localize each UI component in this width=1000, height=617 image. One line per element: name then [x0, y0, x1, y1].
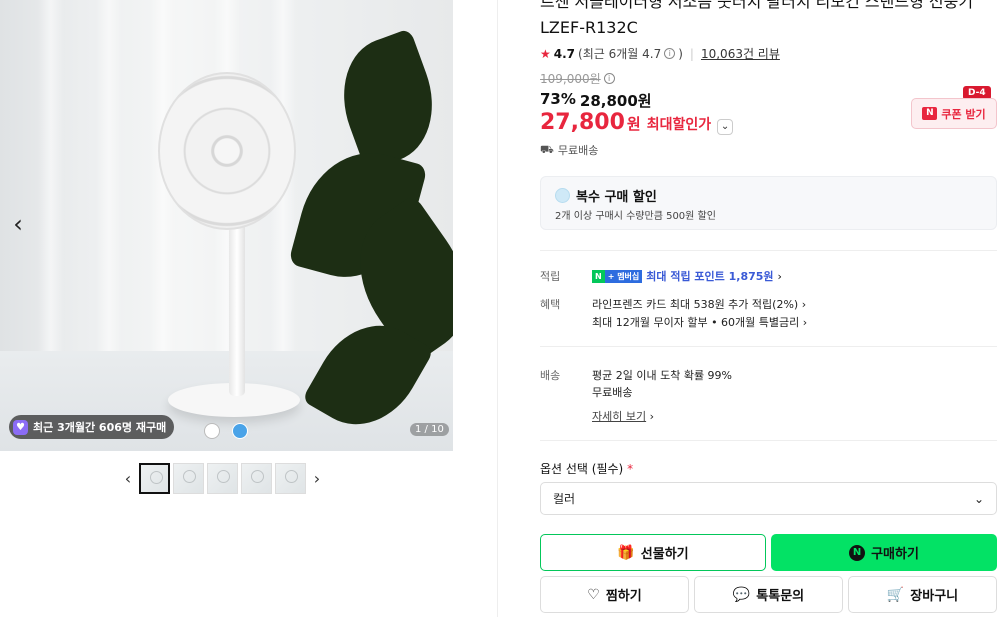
talk-inquiry-button[interactable]: 💬 톡톡문의 — [694, 576, 843, 613]
max-point-text: 최대 적립 포인트 1,875원 — [646, 270, 774, 283]
rebuy-badge-text: 최근 3개월간 606명 재구매 — [33, 421, 167, 434]
product-title: 르젠 저클레이터형 저소음 풋터치 팔터치 리모컨 스탠드형 선풍기 — [540, 0, 974, 11]
info-icon[interactable]: i — [664, 48, 676, 59]
color-select[interactable]: 컬러 ⌄ — [540, 482, 997, 515]
divider — [540, 346, 997, 347]
chevron-right-icon: › — [777, 269, 782, 283]
option-label: 옵션 선택 (필수) * — [540, 460, 633, 477]
benefit-item[interactable]: 최대 12개월 무이자 할부 • 60개월 특별금리 › — [592, 314, 807, 330]
divider — [540, 250, 997, 251]
divider — [497, 0, 498, 617]
fan-pole — [229, 218, 245, 396]
point-row[interactable]: N + 멤버십 최대 적립 포인트 1,875원 › — [592, 268, 782, 284]
thumbnail[interactable] — [241, 463, 272, 494]
multi-discount-title-row: 복수 구매 할인 — [555, 186, 657, 205]
delivery-line1: 평균 2일 이내 도착 확률 99% — [592, 369, 733, 382]
max-discount-label: 최대할인가 — [646, 117, 712, 133]
delivery-detail-link[interactable]: 자세히 보기 › — [592, 408, 654, 424]
cart-icon: 🛒 — [886, 586, 905, 603]
color-select-value: 컬러 — [553, 492, 576, 506]
free-shipping: ⛟ 무료배송 — [540, 142, 598, 158]
cart-button[interactable]: 🛒 장바구니 — [848, 576, 997, 613]
benefit-item-text: 최대 12개월 무이자 할부 • 60개월 특별금리 — [592, 316, 800, 329]
thumbnail[interactable] — [139, 463, 170, 494]
star-icon: ★ — [540, 46, 551, 61]
option-label-text: 옵션 선택 (필수) — [540, 462, 624, 476]
discount-icon — [555, 188, 570, 203]
thumbnail[interactable] — [173, 463, 204, 494]
color-option-blue[interactable] — [232, 423, 248, 439]
sale-price: 28,800원 — [579, 92, 652, 110]
currency-unit: 원 — [626, 115, 641, 133]
gift-button[interactable]: 🎁 선물하기 — [540, 534, 766, 571]
chevron-down-icon[interactable]: ⌄ — [717, 119, 734, 135]
np-plus: + 멤버십 — [604, 269, 643, 283]
rebuy-badge: ♥ 최근 3개월간 606명 재구매 — [9, 415, 175, 439]
coupon-button[interactable]: N 쿠폰 받기 — [911, 98, 997, 129]
chevron-right-icon: › — [649, 410, 655, 423]
multi-purchase-discount: 복수 구매 할인 2개 이상 구매시 수량만큼 500원 할인 — [540, 176, 997, 230]
max-discount-row: 27,800 원 최대할인가 ⌄ — [540, 110, 734, 135]
original-price-value: 109,000원 — [540, 72, 601, 86]
rating-recent-close: ) — [678, 46, 683, 61]
cart-label: 장바구니 — [910, 589, 959, 604]
benefit-label: 혜택 — [540, 298, 561, 311]
product-model: LZEF-R132C — [540, 18, 638, 37]
max-discount-price: 27,800 — [540, 110, 625, 135]
review-count-link[interactable]: 10,063건 리뷰 — [701, 45, 780, 62]
naver-n-icon: N — [922, 107, 938, 120]
thumb-prev-icon[interactable]: ‹ — [120, 464, 136, 494]
delivery-line2: 무료배송 — [592, 386, 633, 399]
coupon-label: 쿠폰 받기 — [941, 107, 986, 121]
multi-discount-title: 복수 구매 할인 — [576, 190, 657, 205]
color-option-white[interactable] — [204, 423, 220, 439]
gallery-prev-arrow-icon[interactable]: ‹ — [6, 210, 30, 238]
buy-button[interactable]: N 구매하기 — [771, 534, 997, 571]
rating-value: 4.7 — [553, 46, 576, 61]
thumbnail[interactable] — [275, 463, 306, 494]
talk-label: 톡톡문의 — [756, 589, 805, 604]
wish-button[interactable]: ♡ 찜하기 — [540, 576, 689, 613]
chat-icon: 💬 — [732, 586, 751, 603]
truck-icon: ⛟ — [540, 142, 554, 156]
free-shipping-text: 무료배송 — [557, 144, 599, 157]
delivery-detail-text: 자세히 보기 — [592, 410, 647, 423]
chevron-right-icon: › — [802, 316, 808, 329]
heart-icon: ♡ — [587, 586, 600, 603]
curtain-fold — [96, 0, 122, 360]
discount-rate: 73% — [540, 90, 576, 108]
gallery-next-arrow-icon[interactable]: › — [422, 0, 453, 28]
chevron-down-icon: ⌄ — [973, 491, 984, 506]
required-mark: * — [627, 462, 634, 476]
np-n: N — [592, 269, 605, 283]
thumbnail[interactable] — [207, 463, 238, 494]
chevron-right-icon: › — [801, 298, 807, 311]
rating-row: ★ 4.7 (최근 6개월 4.7 i ) | 10,063건 리뷰 — [540, 45, 780, 62]
original-price: 109,000원 i — [540, 70, 615, 87]
fan-head — [158, 72, 296, 230]
naver-n-icon: N — [849, 544, 866, 561]
multi-discount-desc: 2개 이상 구매시 수량만큼 500원 할인 — [555, 211, 716, 222]
delivery-label: 배송 — [540, 369, 561, 382]
thumb-next-icon[interactable]: › — [309, 464, 325, 494]
naver-plus-badge: N + 멤버십 — [592, 269, 643, 283]
wish-label: 찜하기 — [605, 589, 642, 604]
rating-recent: (최근 6개월 4.7 — [578, 47, 662, 61]
gift-label: 선물하기 — [640, 547, 689, 562]
divider — [540, 440, 997, 441]
separator: | — [689, 46, 694, 61]
image-counter: 1 / 10 — [410, 423, 449, 436]
plant-leaves — [288, 28, 453, 446]
product-image-gallery[interactable]: ‹ › ♥ 최근 3개월간 606명 재구매 1 / 10 — [0, 0, 453, 451]
curtain-fold — [38, 0, 64, 360]
bag-icon: ♥ — [13, 419, 28, 435]
benefit-item-text: 라인프렌즈 카드 최대 538원 추가 적립(2%) — [592, 298, 799, 311]
thumbnail-strip: ‹ › — [120, 463, 325, 494]
sale-price-row: 73% 28,800원 — [540, 90, 652, 111]
buy-label: 구매하기 — [871, 547, 919, 562]
point-label: 적립 — [540, 270, 561, 283]
gift-icon: 🎁 — [617, 544, 635, 561]
benefit-item[interactable]: 라인프렌즈 카드 최대 538원 추가 적립(2%) › — [592, 296, 806, 312]
info-icon[interactable]: i — [603, 73, 615, 84]
